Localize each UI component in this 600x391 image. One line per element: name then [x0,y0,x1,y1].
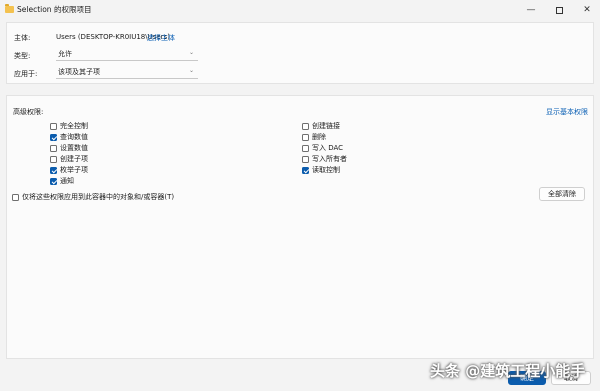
checkbox[interactable] [302,155,309,163]
applies-to-value: 该项及其子项 [58,68,100,76]
permission-read-control[interactable]: 读取控制 [302,165,340,175]
chevron-down-icon: ⌄ [188,67,194,74]
permission-create-subkey[interactable]: 创建子项 [50,154,88,164]
title-bar: Selection 的权限项目 — ✕ [0,0,600,22]
permission-create-link[interactable]: 创建链接 [302,121,340,131]
permission-notify[interactable]: 通知 [50,176,74,186]
window-title: Selection 的权限项目 [17,5,92,14]
checkbox[interactable] [12,193,19,201]
checkbox[interactable] [302,144,309,152]
principal-panel: 主体: Users (DESKTOP-KR0IU18\Users) 选择主体 类… [6,22,594,84]
maximize-button[interactable] [545,0,573,20]
checkbox[interactable] [50,144,57,152]
permission-set-value[interactable]: 设置数值 [50,143,88,153]
type-label: 类型: [14,52,31,60]
only-apply-to-container-checkbox[interactable]: 仅将这些权限应用到此容器中的对象和/或容器(T) [12,192,174,202]
permission-enumerate-subkeys[interactable]: 枚举子项 [50,165,88,175]
maximize-icon [555,6,563,14]
applies-to-select[interactable]: 该项及其子项 ⌄ [56,66,198,79]
close-button[interactable]: ✕ [573,0,600,20]
permissions-panel: 高级权限: 显示基本权限 完全控制 查询数值 设置数值 创建子项 枚举子项 通知… [6,95,594,359]
clear-all-button[interactable]: 全部清除 [539,187,585,201]
type-select[interactable]: 允许 ⌄ [56,48,198,61]
minimize-icon: — [526,5,536,15]
minimize-button[interactable]: — [517,0,545,20]
checkbox[interactable] [302,133,309,141]
permission-full-control[interactable]: 完全控制 [50,121,88,131]
permission-delete[interactable]: 删除 [302,132,326,142]
close-icon: ✕ [583,5,591,15]
select-principal-link[interactable]: 选择主体 [147,33,175,43]
type-value: 允许 [58,50,72,58]
checkbox[interactable] [50,133,57,141]
checkbox[interactable] [50,122,57,130]
checkbox[interactable] [50,177,57,185]
advanced-permissions-label: 高级权限: [13,108,44,116]
checkbox[interactable] [302,122,309,130]
permission-write-owner[interactable]: 写入所有者 [302,154,347,164]
show-basic-permissions-link[interactable]: 显示基本权限 [546,107,588,117]
applies-to-label: 应用于: [14,70,38,78]
principal-label: 主体: [14,34,31,42]
checkbox[interactable] [50,155,57,163]
checkbox[interactable] [50,166,57,174]
checkbox[interactable] [302,166,309,174]
permission-write-dac[interactable]: 写入 DAC [302,143,343,153]
watermark: 头条 @建筑工程小能手 [430,362,586,380]
chevron-down-icon: ⌄ [188,49,194,56]
folder-icon [5,4,14,13]
permission-query-value[interactable]: 查询数值 [50,132,88,142]
